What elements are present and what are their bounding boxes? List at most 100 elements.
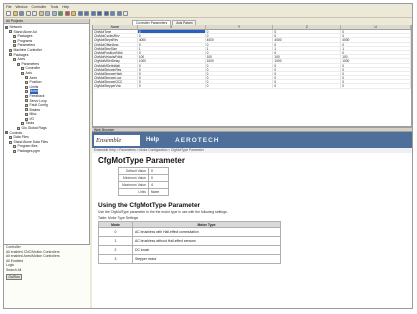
reset-icon[interactable] (97, 10, 102, 16)
parameter-value-cell[interactable]: 0 (137, 30, 206, 34)
parameter-value-cell[interactable]: 0 (206, 76, 274, 80)
parameter-value-cell[interactable]: 0 (273, 30, 342, 34)
parameter-value-cell[interactable]: 0 (138, 42, 206, 46)
parameter-value-cell[interactable]: 4000 (341, 38, 411, 42)
motor-type-table: Mode Motor Type 0 AC brushless with Hall… (98, 221, 281, 264)
tree-item[interactable]: Packages.pgm (5, 149, 89, 154)
parameter-value-cell[interactable]: 0 (273, 76, 342, 80)
parameter-value-cell[interactable]: 1000 (341, 59, 411, 63)
parameter-value-cell[interactable]: 0 (206, 84, 274, 88)
parameter-value-cell[interactable]: 0 (138, 50, 206, 55)
stop-icon[interactable] (64, 10, 70, 16)
parameter-value-cell[interactable]: 0 (273, 50, 342, 55)
disconnect-icon[interactable] (90, 10, 96, 16)
folder-icon (13, 145, 16, 149)
controller-list-item[interactable]: Search All (4, 268, 90, 273)
parameter-value-cell[interactable]: 0 (273, 63, 342, 67)
parameter-value-cell[interactable]: 1 (138, 46, 206, 50)
parameter-value-cell[interactable]: 0 (138, 80, 206, 84)
parameter-value-cell[interactable]: 1 (341, 46, 411, 50)
parameter-value-cell[interactable]: 0 (341, 34, 411, 38)
menu-window[interactable]: Window (15, 5, 27, 9)
parameter-value-cell[interactable]: 0 (273, 34, 342, 38)
cut-icon[interactable] (25, 10, 31, 16)
parameter-value-cell[interactable]: 0 (138, 34, 206, 38)
parameter-value-cell[interactable]: 0 (138, 67, 206, 71)
column-header[interactable]: Name (93, 25, 138, 29)
application-window: File Window Controller Tools Help All Pr… (3, 3, 413, 309)
parameter-value-cell[interactable]: 4000 (273, 38, 342, 42)
parameter-value-cell[interactable]: 0 (206, 50, 274, 55)
parameter-value-cell[interactable]: 0 (206, 30, 274, 34)
folder-icon (9, 30, 12, 34)
parameter-value-cell[interactable]: 0 (138, 84, 206, 88)
mode-cell: 0 (98, 227, 133, 237)
parameter-value-cell[interactable]: 1000 (138, 59, 206, 63)
menu-file[interactable]: File (6, 5, 11, 9)
save-icon[interactable] (19, 10, 24, 16)
parameter-value-cell[interactable]: 0 (273, 71, 342, 76)
step-icon[interactable] (77, 10, 83, 16)
parameter-value-cell[interactable]: 100 (273, 55, 342, 59)
settings-icon[interactable] (116, 10, 122, 16)
open-icon[interactable] (12, 10, 18, 16)
parameter-value-cell[interactable]: 100 (206, 55, 274, 59)
parameter-value-cell[interactable]: 0 (273, 80, 342, 84)
parameter-value-cell[interactable]: 1 (273, 46, 342, 50)
parameter-value-cell[interactable]: 100 (341, 55, 411, 59)
column-header[interactable]: Z (273, 25, 342, 29)
parameter-value-cell[interactable]: 0 (206, 63, 274, 67)
mode-cell: 1 (98, 236, 133, 246)
parameter-value-cell[interactable]: 0 (206, 71, 274, 76)
parameter-value-cell[interactable]: 100 (138, 55, 206, 59)
connect-icon[interactable] (84, 10, 89, 16)
parameter-value-cell[interactable]: 0 (341, 42, 411, 46)
aerotech-brand: AEROTECH (175, 136, 220, 144)
parameter-value-cell[interactable]: 0 (138, 76, 206, 80)
run-icon[interactable] (58, 10, 63, 16)
parameter-value-cell[interactable]: 0 (206, 67, 274, 71)
ensemble-logo: Ensemble (94, 134, 140, 146)
menu-controller[interactable]: Controller (32, 5, 47, 9)
parameter-value-cell[interactable]: 0 (341, 80, 411, 84)
parameter-value-cell[interactable]: 1000 (206, 59, 274, 63)
menu-help[interactable]: Help (62, 5, 69, 9)
parameter-value-cell[interactable]: 4000 (138, 38, 206, 42)
column-header[interactable]: U (341, 25, 411, 29)
parameter-value-cell[interactable]: 1 (206, 46, 274, 50)
undo-icon[interactable] (45, 10, 50, 16)
parameter-value-cell[interactable]: 0 (273, 42, 342, 46)
parameter-value-cell[interactable]: 0 (341, 50, 411, 55)
menu-tools[interactable]: Tools (50, 5, 58, 9)
parameter-value-cell[interactable]: 0 (273, 67, 342, 71)
parameter-value-cell[interactable]: 4000 (206, 38, 274, 42)
parameter-value-cell[interactable]: 0 (273, 84, 342, 88)
parameter-value-cell[interactable]: 0 (341, 71, 411, 76)
redo-icon[interactable] (51, 10, 57, 16)
new-icon[interactable] (6, 10, 11, 16)
pause-icon[interactable] (71, 10, 76, 16)
parameter-value-cell[interactable]: 0 (138, 63, 206, 67)
paste-icon[interactable] (38, 10, 44, 16)
download-icon[interactable] (103, 10, 109, 16)
parameter-value-cell[interactable]: 0 (206, 80, 274, 84)
copy-icon[interactable] (32, 10, 37, 16)
parameter-value-cell[interactable]: 0 (341, 67, 411, 71)
upload-icon[interactable] (110, 10, 115, 16)
parameter-value-cell[interactable]: 0 (341, 30, 411, 34)
table-row[interactable]: CfgMotStepperVdc 0 0 0 0 (93, 84, 411, 89)
parameter-value-cell[interactable]: 0 (138, 71, 206, 76)
column-header[interactable]: X (138, 25, 206, 29)
parameter-value-cell[interactable]: 0 (206, 34, 274, 38)
parameter-value-cell[interactable]: 0 (341, 76, 411, 80)
column-header[interactable]: Y (206, 25, 274, 29)
table-row: 0 AC brushless with Hall-effect commutat… (98, 227, 281, 237)
parameter-value-cell[interactable]: 1000 (273, 59, 342, 63)
mode-cell: 3 (98, 254, 133, 264)
parameter-value-cell[interactable]: 0 (341, 84, 411, 88)
go-button[interactable]: Go/Run (6, 273, 22, 280)
parameter-value-cell[interactable]: 0 (206, 42, 274, 46)
folder-icon (21, 71, 24, 75)
help-icon[interactable] (123, 10, 128, 16)
parameter-value-cell[interactable]: 0 (341, 63, 411, 67)
